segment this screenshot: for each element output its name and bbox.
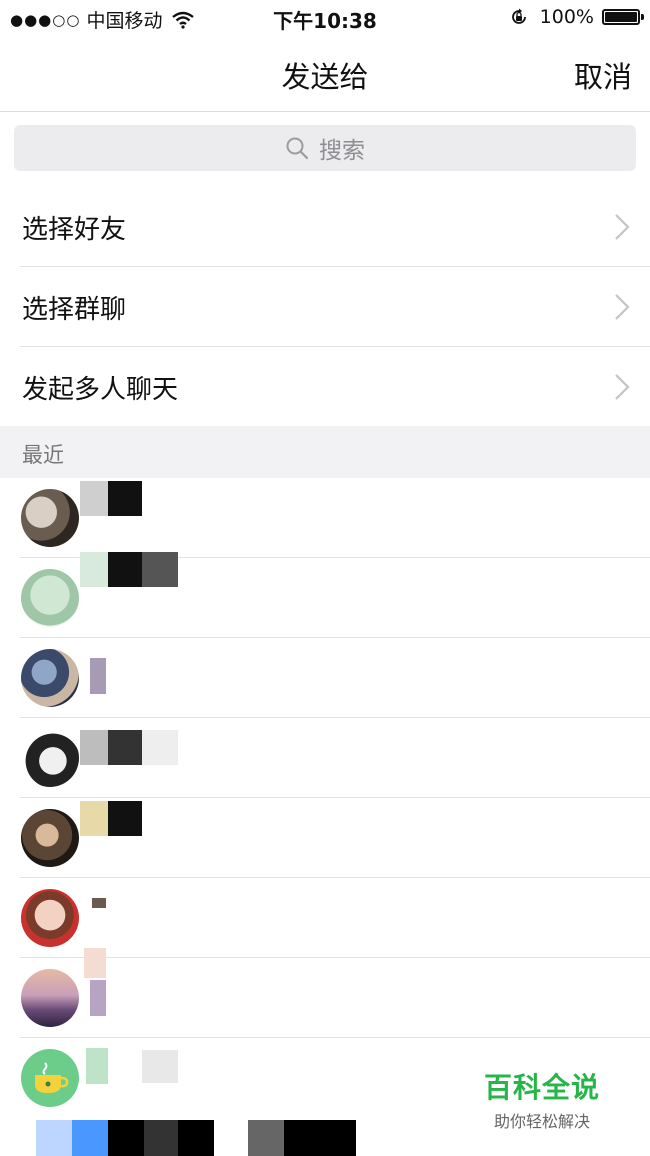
contact-row[interactable] [0, 478, 650, 558]
pixelated-name [142, 730, 178, 765]
pixelated-name [86, 1048, 108, 1084]
nav-bar: 发送给 取消 [0, 36, 650, 112]
pixelated-name [142, 552, 178, 587]
avatar [21, 889, 79, 947]
rotation-lock-icon [511, 8, 526, 24]
pixelated-name [108, 801, 142, 836]
menu-item-label: 发起多人聊天 [22, 375, 179, 405]
contact-row[interactable] [0, 798, 650, 878]
status-bar: ●●●○○ 中国移动 下午10:38 100% [0, 0, 650, 36]
avatar [21, 569, 79, 627]
pixelated-name [90, 980, 106, 1016]
avatar [21, 649, 79, 707]
watermark-title: 百科全说 [483, 1071, 600, 1104]
search-placeholder: 搜索 [319, 138, 365, 164]
search-input[interactable]: 搜索 [14, 125, 636, 171]
pixelated-name [142, 1050, 178, 1083]
contact-row[interactable] [0, 948, 650, 1038]
menu-item-label: 选择好友 [22, 215, 127, 245]
pixelated-name [108, 552, 142, 587]
cancel-button[interactable]: 取消 [574, 54, 632, 96]
contact-row[interactable] [0, 638, 650, 718]
watermark-logo: 百科全说 助你轻松解决 [462, 1058, 622, 1138]
chevron-right-icon [615, 294, 630, 320]
contact-row[interactable] [0, 878, 650, 958]
search-icon [286, 137, 309, 160]
chevron-right-icon [615, 374, 630, 400]
pixelated-name [80, 730, 108, 765]
status-right: 100% [510, 6, 644, 28]
avatar [21, 809, 79, 867]
watermark-subtitle: 助你轻松解决 [493, 1112, 590, 1131]
section-title: 最近 [22, 443, 64, 467]
avatar [21, 729, 79, 787]
page-title: 发送给 [281, 60, 369, 94]
pixelated-name [90, 658, 106, 694]
menu-item-start-group-chat[interactable]: 发起多人聊天 [0, 347, 650, 427]
pixelated-name [108, 730, 142, 765]
contact-row[interactable] [0, 718, 650, 798]
recent-section-header: 最近 [0, 426, 650, 478]
menu-item-select-group[interactable]: 选择群聊 [0, 267, 650, 347]
pixelated-name [108, 481, 142, 516]
battery-icon [602, 9, 644, 25]
menu-item-label: 选择群聊 [22, 295, 127, 325]
chevron-right-icon [615, 214, 630, 240]
avatar [21, 969, 79, 1027]
pixelated-name [80, 801, 108, 836]
battery-percent: 100% [539, 6, 594, 28]
menu-item-select-friend[interactable]: 选择好友 [0, 187, 650, 267]
pixelated-name [92, 898, 106, 908]
coffee-cup-icon [35, 1062, 69, 1093]
pixelated-name [84, 948, 106, 978]
pixelated-name [80, 481, 108, 516]
contact-row[interactable] [0, 552, 650, 638]
avatar [21, 1049, 79, 1107]
avatar [21, 489, 79, 547]
pixelated-name [80, 552, 108, 587]
